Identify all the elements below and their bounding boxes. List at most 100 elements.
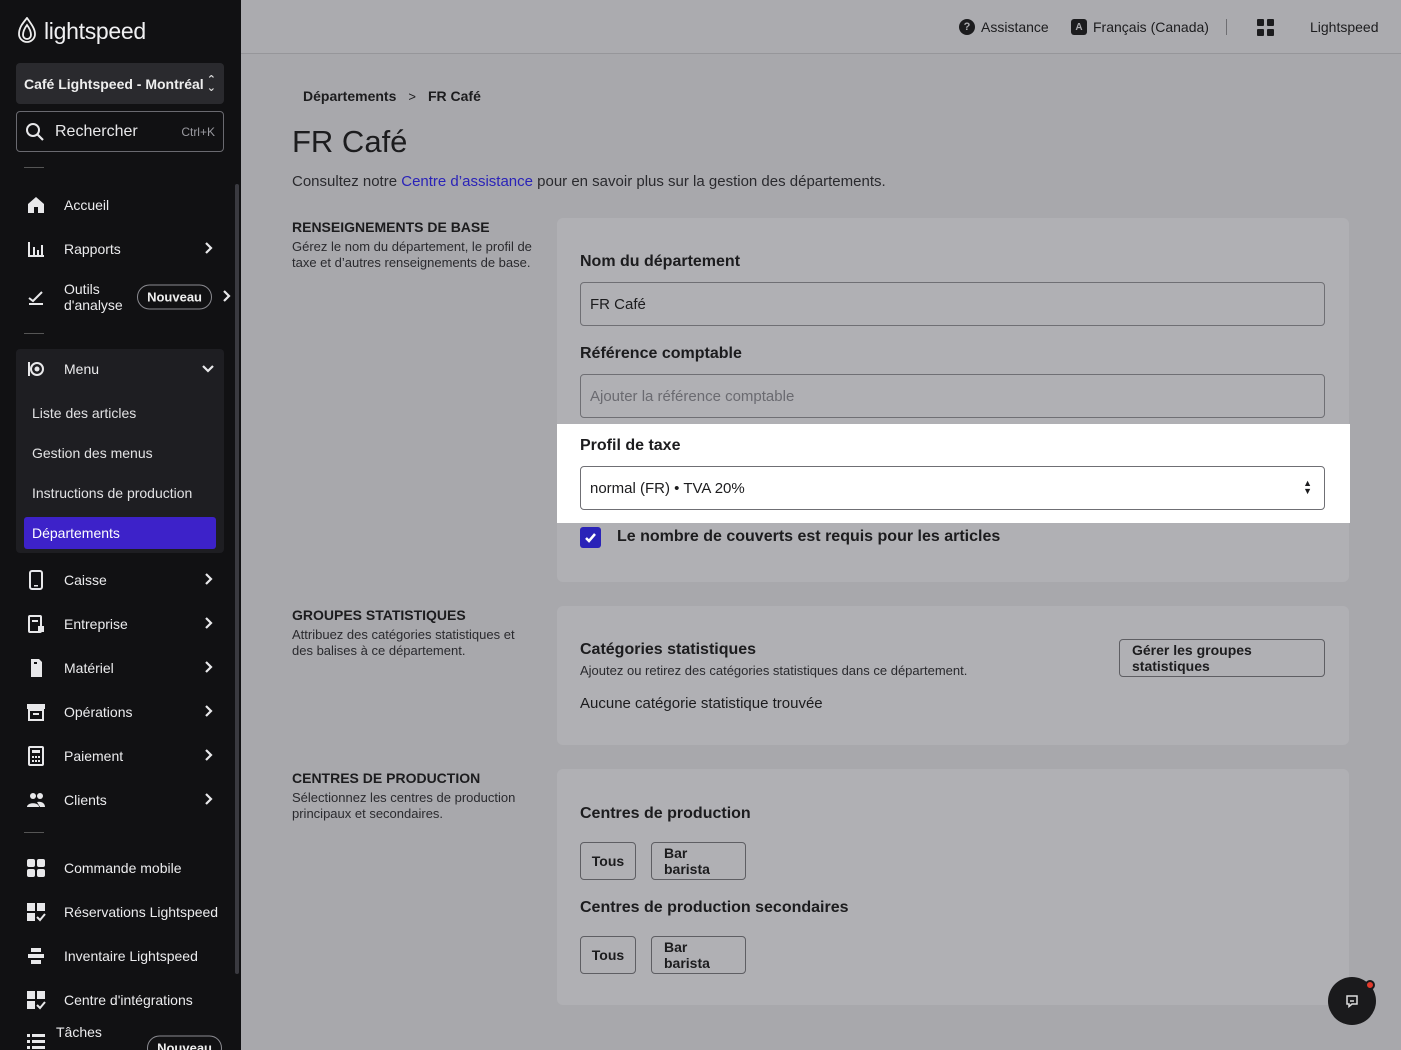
- assistance-link[interactable]: ? Assistance: [959, 0, 1049, 54]
- breadcrumb: Départements > FR Café: [303, 88, 481, 104]
- sidebar-item-inventaire[interactable]: Inventaire Lightspeed: [16, 934, 224, 978]
- covers-required-checkbox[interactable]: [580, 527, 601, 548]
- sidebar-item-label: Tâches: [56, 1024, 102, 1040]
- language-selector[interactable]: A Français (Canada): [1071, 0, 1209, 54]
- chevron-right-icon: [202, 792, 214, 808]
- inventory-icon: [26, 946, 46, 966]
- secondary-centers-label: Centres de production secondaires: [580, 899, 849, 916]
- search-shortcut: Ctrl+K: [181, 124, 215, 139]
- sidebar-item-caisse[interactable]: Caisse: [16, 558, 224, 602]
- tasks-icon: [26, 1031, 46, 1050]
- primary-center-bar-barista[interactable]: Bar barista: [651, 842, 746, 880]
- sidebar-item-label: Rapports: [64, 241, 121, 257]
- search-icon: [26, 122, 44, 141]
- department-name-input[interactable]: FR Café: [580, 282, 1325, 326]
- sidebar-item-label: Réservations Lightspeed: [64, 904, 219, 920]
- top-header: ? Assistance A Français (Canada) Lightsp…: [241, 0, 1401, 54]
- app-switcher-button[interactable]: [1257, 0, 1274, 54]
- covers-required-label[interactable]: Le nombre de couverts est requis pour le…: [617, 528, 1000, 546]
- sidebar-item-label: Clients: [64, 792, 107, 808]
- search-button[interactable]: Rechercher Ctrl+K: [16, 111, 224, 152]
- brand-logo[interactable]: lightspeed: [16, 16, 146, 46]
- mobile-order-icon: [26, 858, 46, 878]
- store-selector[interactable]: Café Lightspeed - Montréal ⌃ ⌄: [16, 63, 224, 104]
- sidebar-item-clients[interactable]: Clients: [16, 778, 224, 822]
- sidebar-scrollbar[interactable]: [235, 184, 239, 974]
- apps-grid-icon: [1257, 18, 1274, 36]
- sidebar: lightspeed Café Lightspeed - Montréal ⌃ ⌄…: [0, 0, 241, 1050]
- chevron-right-icon: [202, 660, 214, 676]
- stats-card-title: Catégories statistiques: [580, 641, 757, 658]
- chevron-right-icon: >: [408, 88, 416, 104]
- primary-centers-label: Centres de production: [580, 805, 751, 822]
- sidebar-item-label: Entreprise: [64, 616, 128, 632]
- section-desc-production: Sélectionnez les centres de production p…: [292, 790, 516, 821]
- sidebar-item-label: Paiement: [64, 748, 124, 764]
- brand-name: lightspeed: [44, 17, 146, 44]
- sidebar-subitem-gestion[interactable]: Gestion des menus: [24, 437, 216, 469]
- primary-center-tous[interactable]: Tous: [580, 842, 636, 880]
- chevron-right-icon: [202, 241, 214, 257]
- tax-profile-value: normal (FR) • TVA 20%: [590, 479, 745, 497]
- integrations-icon: [26, 990, 46, 1010]
- calculator-icon: [26, 746, 46, 766]
- divider: [24, 167, 44, 168]
- home-icon: [26, 195, 46, 215]
- intro-text: Consultez notre Centre d’assistance pour…: [292, 173, 886, 190]
- section-title-basic: RENSEIGNEMENTS DE BASE: [292, 219, 490, 235]
- sidebar-item-label: Menu: [64, 361, 100, 377]
- sidebar-subitem-departements[interactable]: Départements: [24, 517, 216, 549]
- chevron-right-icon: [220, 289, 232, 305]
- users-icon: [26, 790, 46, 810]
- sidebar-item-label: Commande mobile: [64, 860, 182, 876]
- section-desc-basic: Gérez le nom du département, le profil d…: [292, 239, 532, 270]
- sidebar-item-label: Outils d'analyse: [64, 281, 123, 313]
- reservations-icon: [26, 902, 46, 922]
- accounting-reference-input[interactable]: Ajouter la référence comptable: [580, 374, 1325, 418]
- archive-icon: [26, 702, 46, 722]
- chevron-right-icon: [202, 616, 214, 632]
- tax-profile-select[interactable]: normal (FR) • TVA 20% ▲ ▼: [580, 466, 1325, 510]
- stats-card-desc: Ajoutez ou retirez des catégories statis…: [580, 663, 968, 678]
- notification-dot: [1365, 980, 1375, 990]
- bar-chart-icon: [26, 239, 46, 259]
- sidebar-item-label: Matériel: [64, 660, 114, 676]
- sidebar-item-commande-mobile[interactable]: Commande mobile: [16, 846, 224, 890]
- breadcrumb-parent[interactable]: Départements: [303, 88, 396, 104]
- sidebar-item-outils[interactable]: Outils d'analyse Nouveau: [16, 275, 231, 319]
- department-name-label: Nom du département: [580, 253, 741, 270]
- section-title-production: CENTRES DE PRODUCTION: [292, 770, 481, 786]
- sidebar-item-integrations[interactable]: Centre d'intégrations: [16, 978, 224, 1022]
- sidebar-item-taches[interactable]: Tâches Nouveau: [16, 1024, 224, 1050]
- section-title-stats: GROUPES STATISTIQUES: [292, 607, 466, 623]
- secondary-center-tous[interactable]: Tous: [580, 936, 636, 974]
- sidebar-item-paiement[interactable]: Paiement: [16, 734, 224, 778]
- account-label: Lightspeed: [1310, 19, 1379, 35]
- divider: [24, 832, 44, 833]
- language-icon: A: [1071, 19, 1087, 35]
- secondary-center-bar-barista[interactable]: Bar barista: [651, 936, 746, 974]
- chat-support-button[interactable]: [1328, 977, 1376, 1025]
- account-menu[interactable]: Lightspeed: [1310, 0, 1379, 54]
- sidebar-item-reservations[interactable]: Réservations Lightspeed: [16, 890, 224, 934]
- new-badge: Nouveau: [137, 284, 212, 310]
- checkmark-icon: [585, 533, 596, 543]
- chevron-right-icon: [202, 748, 214, 764]
- manage-stat-groups-button[interactable]: Gérer les groupes statistiques: [1119, 639, 1325, 677]
- divider: [24, 333, 44, 334]
- menu-dish-icon: [26, 359, 46, 379]
- accounting-reference-label: Référence comptable: [580, 345, 742, 362]
- help-icon: ?: [959, 19, 975, 35]
- sidebar-item-accueil[interactable]: Accueil: [16, 183, 224, 227]
- business-icon: [26, 614, 46, 634]
- sidebar-subitem-articles[interactable]: Liste des articles: [24, 397, 216, 429]
- page-title: FR Café: [292, 124, 408, 159]
- sidebar-item-operations[interactable]: Opérations: [16, 690, 224, 734]
- sidebar-item-rapports[interactable]: Rapports: [16, 227, 224, 271]
- sidebar-item-menu[interactable]: Menu: [16, 347, 224, 391]
- sidebar-item-entreprise[interactable]: Entreprise: [16, 602, 224, 646]
- help-center-link[interactable]: Centre d’assistance: [401, 173, 533, 190]
- sidebar-item-materiel[interactable]: Matériel: [16, 646, 224, 690]
- store-name: Café Lightspeed - Montréal: [24, 75, 204, 92]
- sidebar-subitem-instructions[interactable]: Instructions de production: [24, 477, 216, 509]
